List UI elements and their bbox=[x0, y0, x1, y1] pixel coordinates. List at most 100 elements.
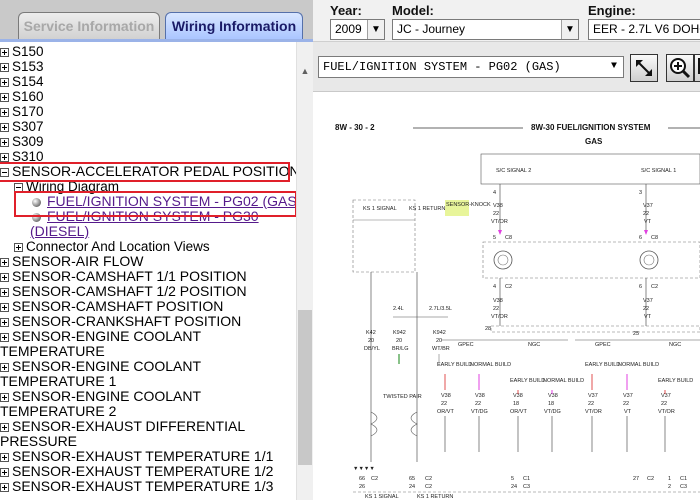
splice-coil-icon bbox=[493, 250, 513, 270]
label-brlg: BR/LG bbox=[392, 346, 409, 352]
label-22-f: 22 bbox=[475, 401, 481, 407]
expand-icon[interactable] bbox=[0, 392, 9, 402]
tree-node-s307[interactable]: S307 bbox=[0, 119, 296, 134]
wiring-diagram-canvas[interactable]: 8W - 30 - 2 8W-30 FUEL/IGNITION SYSTEM G… bbox=[313, 92, 700, 500]
tree-node-label: SENSOR-ENGINE COOLANT bbox=[12, 358, 202, 374]
label-v37-c1: V37 bbox=[588, 393, 598, 399]
tree-link-fuel-ignition-pg30-cont[interactable]: (DIESEL) bbox=[0, 224, 296, 239]
label-early-build-c: EARLY BUILD bbox=[585, 362, 620, 368]
tree-node-s309[interactable]: S309 bbox=[0, 134, 296, 149]
tree-node-sensor-exhaust-diff-cont[interactable]: PRESSURE bbox=[0, 434, 296, 449]
fit-window-button[interactable] bbox=[630, 54, 658, 82]
zoom-in-icon bbox=[670, 58, 691, 79]
expand-icon[interactable] bbox=[0, 92, 9, 102]
label-c8-a: C8 bbox=[505, 235, 512, 241]
tree-node-sensor-ect-1-cont[interactable]: TEMPERATURE 1 bbox=[0, 374, 296, 389]
expand-icon[interactable] bbox=[0, 122, 9, 132]
expand-icon[interactable] bbox=[0, 287, 9, 297]
expand-icon[interactable] bbox=[0, 77, 9, 87]
label-ngc-a: NGC bbox=[528, 342, 540, 348]
expand-icon[interactable] bbox=[0, 467, 9, 477]
tree-node-label: SENSOR-EXHAUST TEMPERATURE 1/3 bbox=[12, 478, 274, 494]
tree-node-label: SENSOR-EXHAUST TEMPERATURE 1/2 bbox=[12, 463, 274, 479]
label-early-build-d: EARLY BUILD bbox=[658, 378, 693, 384]
tree-node-sensor-camshaft[interactable]: SENSOR-CAMSHAFT POSITION bbox=[0, 299, 296, 314]
label-22-a: 22 bbox=[493, 211, 499, 217]
tree-node-s150[interactable]: S150 bbox=[0, 44, 296, 59]
label-early-build-b: EARLY BUILD bbox=[510, 378, 545, 384]
expand-icon[interactable] bbox=[14, 242, 23, 252]
tree-node-sensor-ect[interactable]: SENSOR-ENGINE COOLANT bbox=[0, 329, 296, 344]
tree-node-sensor-ect-2[interactable]: SENSOR-ENGINE COOLANT bbox=[0, 389, 296, 404]
label-orvt-a: OR/VT bbox=[437, 409, 454, 415]
label-20-b: 20 bbox=[396, 338, 402, 344]
label-pin-6-b: 6 bbox=[639, 284, 642, 290]
label-k942-a: K942 bbox=[393, 330, 406, 336]
tree-node-label: S153 bbox=[12, 59, 44, 74]
label-vt-c: VT bbox=[624, 409, 632, 415]
expand-icon[interactable] bbox=[0, 362, 9, 372]
label-twisted-pair: TWISTED PAIR bbox=[383, 394, 422, 400]
tree-node-s170[interactable]: S170 bbox=[0, 104, 296, 119]
tree-node-connector-views[interactable]: Connector And Location Views bbox=[0, 239, 296, 254]
chevron-down-icon: ▼ bbox=[561, 20, 578, 39]
highlight-box-sensor bbox=[0, 162, 290, 182]
label-22-e: 22 bbox=[441, 401, 447, 407]
expand-icon[interactable] bbox=[0, 422, 9, 432]
fullscreen-button[interactable] bbox=[694, 54, 700, 82]
label-c1-b: C1 bbox=[680, 476, 687, 482]
component-tree: S150 S153 S154 S160 S170 S307 S309 S310 … bbox=[0, 44, 301, 494]
scroll-thumb[interactable] bbox=[298, 310, 312, 465]
label-18-b: 18 bbox=[548, 401, 554, 407]
tree-node-sensor-exhaust-diff[interactable]: SENSOR-EXHAUST DIFFERENTIAL bbox=[0, 419, 296, 434]
tree-node-sensor-crankshaft[interactable]: SENSOR-CRANKSHAFT POSITION bbox=[0, 314, 296, 329]
tree-node-s153[interactable]: S153 bbox=[0, 59, 296, 74]
tree-node-sensor-exhaust-temp-1-1[interactable]: SENSOR-EXHAUST TEMPERATURE 1/1 bbox=[0, 449, 296, 464]
label-sensor-knock: SENSOR-KNOCK bbox=[446, 202, 491, 208]
expand-icon[interactable] bbox=[0, 302, 9, 312]
label-vtor-c: VT/OR bbox=[585, 409, 602, 415]
tab-wiring-information[interactable]: Wiring Information bbox=[165, 12, 303, 40]
diagram-link-pg30-diesel[interactable]: (DIESEL) bbox=[30, 223, 89, 239]
tree-node-label: SENSOR-ENGINE COOLANT bbox=[12, 328, 202, 344]
diagram-page-ref: 8W - 30 - 2 bbox=[335, 123, 375, 132]
tree-node-sensor-exhaust-temp-1-3[interactable]: SENSOR-EXHAUST TEMPERATURE 1/3 bbox=[0, 479, 296, 494]
expand-icon[interactable] bbox=[0, 257, 9, 267]
expand-icon[interactable] bbox=[0, 482, 9, 492]
tree-node-sensor-camshaft-1-1[interactable]: SENSOR-CAMSHAFT 1/1 POSITION bbox=[0, 269, 296, 284]
label-vtor-d: VT/OR bbox=[658, 409, 675, 415]
tree-scrollbar[interactable]: ▲ bbox=[296, 42, 313, 500]
label-v38-c1: V38 bbox=[441, 393, 451, 399]
label-ks1-return-b: KS 1 RETURN bbox=[417, 494, 453, 500]
tree-node-sensor-air-flow[interactable]: SENSOR-AIR FLOW bbox=[0, 254, 296, 269]
tab-service-information[interactable]: Service Information bbox=[18, 12, 160, 40]
tree-node-s160[interactable]: S160 bbox=[0, 89, 296, 104]
expand-icon[interactable] bbox=[0, 317, 9, 327]
label-pin-4: 4 bbox=[493, 190, 496, 196]
tree-node-sensor-ect-2-cont[interactable]: TEMPERATURE 2 bbox=[0, 404, 296, 419]
engine-select[interactable]: EER - 2.7L V6 DOHC bbox=[588, 19, 700, 40]
tree-node-s154[interactable]: S154 bbox=[0, 74, 296, 89]
tree-node-sensor-ect-cont[interactable]: TEMPERATURE bbox=[0, 344, 296, 359]
tree-node-sensor-exhaust-temp-1-2[interactable]: SENSOR-EXHAUST TEMPERATURE 1/2 bbox=[0, 464, 296, 479]
expand-icon[interactable] bbox=[0, 107, 9, 117]
tree-node-label: S309 bbox=[12, 134, 44, 149]
expand-icon[interactable] bbox=[0, 137, 9, 147]
build-column-group: EARLY BUILD NORMAL BUILD EARLY BUILD NOR… bbox=[437, 362, 693, 452]
expand-icon[interactable] bbox=[0, 62, 9, 72]
scroll-up-arrow-icon[interactable]: ▲ bbox=[297, 62, 313, 80]
model-select[interactable]: JC - Journey ▼ bbox=[392, 19, 579, 40]
expand-icon[interactable] bbox=[0, 332, 9, 342]
expand-icon[interactable] bbox=[0, 272, 9, 282]
expand-icon[interactable] bbox=[0, 152, 9, 162]
label-20-a: 20 bbox=[368, 338, 374, 344]
chevron-down-icon: ▼ bbox=[367, 20, 384, 39]
year-select[interactable]: 2009 ▼ bbox=[330, 19, 385, 40]
zoom-in-button[interactable] bbox=[666, 54, 694, 82]
tree-node-label: SENSOR-CAMSHAFT 1/2 POSITION bbox=[12, 283, 247, 299]
tree-node-sensor-camshaft-1-2[interactable]: SENSOR-CAMSHAFT 1/2 POSITION bbox=[0, 284, 296, 299]
tree-node-sensor-ect-1[interactable]: SENSOR-ENGINE COOLANT bbox=[0, 359, 296, 374]
expand-icon[interactable] bbox=[0, 452, 9, 462]
diagram-select[interactable]: FUEL/IGNITION SYSTEM - PG02 (GAS) ▼ bbox=[318, 56, 624, 78]
expand-icon[interactable] bbox=[0, 47, 9, 57]
